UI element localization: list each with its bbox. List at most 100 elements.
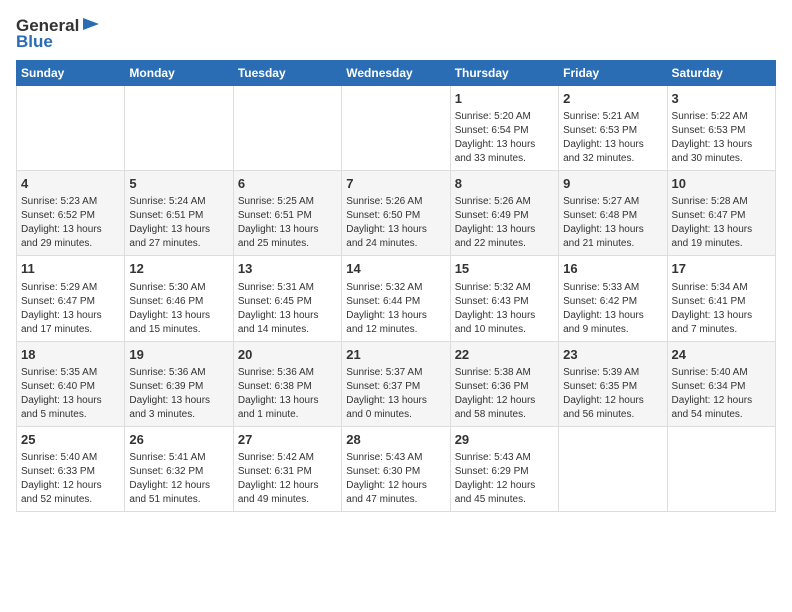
daylight-text: Daylight: 13 hours bbox=[672, 223, 771, 237]
calendar-cell: 3Sunrise: 5:22 AMSunset: 6:53 PMDaylight… bbox=[667, 86, 775, 171]
week-row-1: 1Sunrise: 5:20 AMSunset: 6:54 PMDaylight… bbox=[17, 86, 776, 171]
daylight-text-2: and 3 minutes. bbox=[129, 408, 228, 422]
daylight-text-2: and 1 minute. bbox=[238, 408, 337, 422]
sunrise-text: Sunrise: 5:34 AM bbox=[672, 281, 771, 295]
day-number: 2 bbox=[563, 90, 662, 108]
calendar-cell: 16Sunrise: 5:33 AMSunset: 6:42 PMDayligh… bbox=[559, 256, 667, 341]
daylight-text: Daylight: 13 hours bbox=[21, 223, 120, 237]
daylight-text: Daylight: 13 hours bbox=[346, 223, 445, 237]
daylight-text: Daylight: 12 hours bbox=[346, 479, 445, 493]
day-number: 9 bbox=[563, 175, 662, 193]
calendar-cell: 15 Sunrise: 5:32 AMSunset: 6:43 PMDayligh… bbox=[450, 256, 558, 341]
calendar-cell: 8Sunrise: 5:26 AMSunset: 6:49 PMDaylight… bbox=[450, 171, 558, 256]
daylight-text-2: and 22 minutes. bbox=[455, 237, 554, 251]
header-row: SundayMondayTuesdayWednesdayThursdayFrid… bbox=[17, 61, 776, 86]
calendar-table: SundayMondayTuesdayWednesdayThursdayFrid… bbox=[16, 60, 776, 512]
daylight-text-2: and 33 minutes. bbox=[455, 152, 554, 166]
sunrise-text: Sunrise: 5:27 AM bbox=[563, 195, 662, 209]
day-number: 23 bbox=[563, 346, 662, 364]
day-number: 3 bbox=[672, 90, 771, 108]
sunrise-text: Sunrise: 5:28 AM bbox=[672, 195, 771, 209]
day-number: 15 bbox=[455, 260, 554, 278]
daylight-text: Daylight: 13 hours bbox=[455, 223, 554, 237]
sunset-text: Sunset: 6:49 PM bbox=[455, 209, 554, 223]
calendar-cell: 11Sunrise: 5:29 AMSunset: 6:47 PMDayligh… bbox=[17, 256, 125, 341]
day-number: 21 bbox=[346, 346, 445, 364]
daylight-text: Daylight: 12 hours bbox=[455, 479, 554, 493]
logo-flag-icon bbox=[81, 16, 101, 36]
day-number: 7 bbox=[346, 175, 445, 193]
daylight-text: Daylight: 13 hours bbox=[455, 309, 554, 323]
calendar-cell: 2Sunrise: 5:21 AMSunset: 6:53 PMDaylight… bbox=[559, 86, 667, 171]
sunset-text: Sunset: 6:37 PM bbox=[346, 380, 445, 394]
calendar-cell: 22Sunrise: 5:38 AMSunset: 6:36 PMDayligh… bbox=[450, 341, 558, 426]
sunrise-text: Sunrise: 5:32 AM bbox=[455, 281, 554, 295]
calendar-cell: 6Sunrise: 5:25 AMSunset: 6:51 PMDaylight… bbox=[233, 171, 341, 256]
calendar-cell bbox=[342, 86, 450, 171]
calendar-cell: 13Sunrise: 5:31 AMSunset: 6:45 PMDayligh… bbox=[233, 256, 341, 341]
logo: General Blue bbox=[16, 16, 101, 52]
calendar-cell: 27Sunrise: 5:42 AMSunset: 6:31 PMDayligh… bbox=[233, 426, 341, 511]
sunrise-text: Sunrise: 5:32 AM bbox=[346, 281, 445, 295]
week-row-2: 4Sunrise: 5:23 AMSunset: 6:52 PMDaylight… bbox=[17, 171, 776, 256]
calendar-cell: 1Sunrise: 5:20 AMSunset: 6:54 PMDaylight… bbox=[450, 86, 558, 171]
sunset-text: Sunset: 6:51 PM bbox=[129, 209, 228, 223]
daylight-text: Daylight: 12 hours bbox=[238, 479, 337, 493]
sunrise-text: Sunrise: 5:31 AM bbox=[238, 281, 337, 295]
sunset-text: Sunset: 6:34 PM bbox=[672, 380, 771, 394]
sunset-text: Sunset: 6:51 PM bbox=[238, 209, 337, 223]
sunrise-text: Sunrise: 5:43 AM bbox=[346, 451, 445, 465]
sunrise-text: Sunrise: 5:20 AM bbox=[455, 110, 554, 124]
daylight-text: Daylight: 13 hours bbox=[129, 309, 228, 323]
daylight-text-2: and 58 minutes. bbox=[455, 408, 554, 422]
sunrise-text: Sunrise: 5:33 AM bbox=[563, 281, 662, 295]
column-header-tuesday: Tuesday bbox=[233, 61, 341, 86]
daylight-text-2: and 17 minutes. bbox=[21, 323, 120, 337]
sunrise-text: Sunrise: 5:37 AM bbox=[346, 366, 445, 380]
calendar-cell: 19Sunrise: 5:36 AMSunset: 6:39 PMDayligh… bbox=[125, 341, 233, 426]
sunset-text: Sunset: 6:43 PM bbox=[455, 295, 554, 309]
daylight-text-2: and 47 minutes. bbox=[346, 493, 445, 507]
daylight-text: Daylight: 13 hours bbox=[455, 138, 554, 152]
day-number: 26 bbox=[129, 431, 228, 449]
daylight-text: Daylight: 12 hours bbox=[21, 479, 120, 493]
day-number: 29 bbox=[455, 431, 554, 449]
calendar-cell: 23Sunrise: 5:39 AMSunset: 6:35 PMDayligh… bbox=[559, 341, 667, 426]
calendar-cell: 14Sunrise: 5:32 AMSunset: 6:44 PMDayligh… bbox=[342, 256, 450, 341]
daylight-text: Daylight: 13 hours bbox=[346, 309, 445, 323]
sunrise-text: Sunrise: 5:23 AM bbox=[21, 195, 120, 209]
day-number: 11 bbox=[21, 260, 120, 278]
day-number: 4 bbox=[21, 175, 120, 193]
day-number: 10 bbox=[672, 175, 771, 193]
daylight-text-2: and 5 minutes. bbox=[21, 408, 120, 422]
daylight-text-2: and 27 minutes. bbox=[129, 237, 228, 251]
calendar-cell: 26Sunrise: 5:41 AMSunset: 6:32 PMDayligh… bbox=[125, 426, 233, 511]
column-header-thursday: Thursday bbox=[450, 61, 558, 86]
week-row-4: 18Sunrise: 5:35 AMSunset: 6:40 PMDayligh… bbox=[17, 341, 776, 426]
day-number: 25 bbox=[21, 431, 120, 449]
sunrise-text: Sunrise: 5:26 AM bbox=[346, 195, 445, 209]
daylight-text-2: and 32 minutes. bbox=[563, 152, 662, 166]
daylight-text: Daylight: 13 hours bbox=[238, 309, 337, 323]
sunset-text: Sunset: 6:31 PM bbox=[238, 465, 337, 479]
column-header-sunday: Sunday bbox=[17, 61, 125, 86]
sunrise-text: Sunrise: 5:41 AM bbox=[129, 451, 228, 465]
sunset-text: Sunset: 6:41 PM bbox=[672, 295, 771, 309]
daylight-text-2: and 0 minutes. bbox=[346, 408, 445, 422]
sunrise-text: Sunrise: 5:42 AM bbox=[238, 451, 337, 465]
sunset-text: Sunset: 6:36 PM bbox=[455, 380, 554, 394]
calendar-cell: 24Sunrise: 5:40 AMSunset: 6:34 PMDayligh… bbox=[667, 341, 775, 426]
sunrise-text: Sunrise: 5:21 AM bbox=[563, 110, 662, 124]
sunrise-text: Sunrise: 5:26 AM bbox=[455, 195, 554, 209]
day-number: 24 bbox=[672, 346, 771, 364]
sunset-text: Sunset: 6:54 PM bbox=[455, 124, 554, 138]
sunrise-text: Sunrise: 5:43 AM bbox=[455, 451, 554, 465]
day-number: 22 bbox=[455, 346, 554, 364]
daylight-text: Daylight: 13 hours bbox=[21, 309, 120, 323]
daylight-text: Daylight: 12 hours bbox=[129, 479, 228, 493]
day-number: 18 bbox=[21, 346, 120, 364]
daylight-text-2: and 15 minutes. bbox=[129, 323, 228, 337]
daylight-text-2: and 12 minutes. bbox=[346, 323, 445, 337]
sunrise-text: Sunrise: 5:35 AM bbox=[21, 366, 120, 380]
sunset-text: Sunset: 6:44 PM bbox=[346, 295, 445, 309]
